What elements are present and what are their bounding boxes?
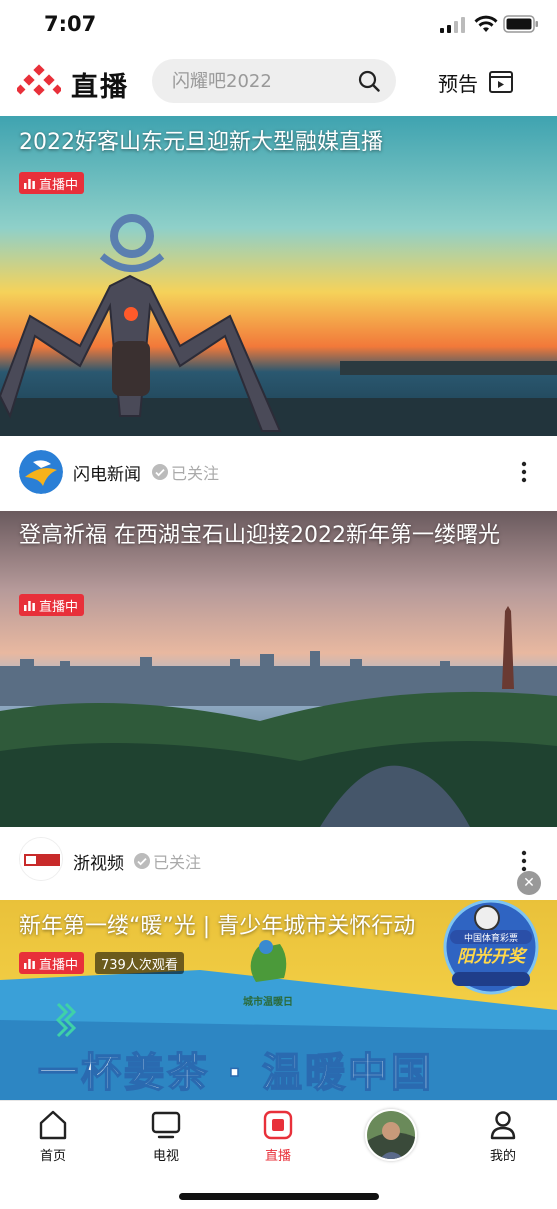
schedule-play-icon bbox=[489, 71, 513, 93]
live-record-icon bbox=[263, 1110, 293, 1140]
home-icon bbox=[39, 1110, 67, 1140]
live-card-1-thumbnail[interactable]: 2022好客山东元旦迎新大型融媒直播 直播中 bbox=[0, 116, 557, 436]
zheshipin-logo-icon bbox=[20, 838, 62, 880]
follow-status[interactable]: 已关注 bbox=[134, 849, 201, 873]
live-bars-icon bbox=[24, 600, 35, 611]
live-badge-label: 直播中 bbox=[39, 177, 79, 193]
search-bar[interactable] bbox=[152, 59, 396, 103]
brand-label: 城市温暖日 bbox=[243, 997, 293, 1008]
status-time: 7:07 bbox=[44, 12, 97, 36]
live-card-1-source-row: 闪电新闻 已关注 bbox=[0, 436, 557, 511]
tab-live-label: 直播 bbox=[264, 1149, 291, 1164]
tab-tv[interactable]: 电视 bbox=[126, 1109, 206, 1164]
app-logo bbox=[17, 64, 61, 96]
live-card-3-thumbnail[interactable]: 新年第一缕“暖”光 | 青少年城市关怀行动 直播中 739人次观看 城市温暖日 … bbox=[0, 900, 557, 1100]
home-indicator bbox=[179, 1193, 379, 1200]
source-name[interactable]: 浙视频 bbox=[73, 849, 124, 874]
featured-avatar-image bbox=[367, 1111, 415, 1159]
follow-status-label: 已关注 bbox=[171, 464, 220, 483]
sunset-sculpture-image bbox=[0, 116, 557, 436]
wifi-icon bbox=[474, 15, 498, 32]
tab-tv-label: 电视 bbox=[152, 1149, 179, 1164]
source-name[interactable]: 闪电新闻 bbox=[73, 460, 141, 485]
search-icon[interactable] bbox=[358, 70, 380, 92]
lottery-main-label: 阳光开奖 bbox=[457, 947, 525, 967]
status-bar: 7:07 bbox=[0, 0, 557, 50]
live-badge-label: 直播中 bbox=[39, 599, 79, 615]
tab-home-label: 首页 bbox=[39, 1149, 66, 1164]
tab-live[interactable]: 直播 bbox=[238, 1109, 318, 1164]
verified-check-icon bbox=[152, 464, 168, 480]
search-input[interactable] bbox=[172, 59, 352, 103]
signal-icon bbox=[440, 17, 465, 33]
live-card-2-source-row: 浙视频 已关注 bbox=[0, 827, 557, 900]
profile-icon bbox=[490, 1111, 516, 1140]
live-bars-icon bbox=[24, 958, 35, 969]
tab-me[interactable]: 我的 bbox=[463, 1109, 543, 1164]
preview-label: 预告 bbox=[438, 71, 478, 96]
tv-icon bbox=[151, 1111, 181, 1139]
live-badge-label: 直播中 bbox=[39, 957, 79, 973]
live-bars-icon bbox=[24, 178, 35, 189]
live-badge: 直播中 bbox=[19, 172, 85, 194]
live-badge: 直播中 bbox=[19, 594, 85, 616]
tab-me-label: 我的 bbox=[489, 1149, 516, 1164]
westlake-city-image bbox=[0, 511, 557, 827]
lightning-icon bbox=[19, 450, 63, 494]
live-card-2-title: 登高祈福 在西湖宝石山迎接2022新年第一缕曙光 bbox=[19, 523, 500, 548]
tab-home[interactable]: 首页 bbox=[13, 1109, 93, 1164]
live-card-3-title: 新年第一缕“暖”光 | 青少年城市关怀行动 bbox=[19, 914, 416, 939]
follow-status[interactable]: 已关注 bbox=[152, 460, 219, 484]
follow-status-label: 已关注 bbox=[153, 853, 202, 872]
viewer-count: 739人次观看 bbox=[95, 952, 184, 974]
more-options-icon[interactable] bbox=[516, 458, 532, 486]
page-title: 直播 bbox=[71, 72, 129, 103]
battery-icon bbox=[503, 15, 538, 33]
close-ad-button[interactable]: ✕ bbox=[517, 871, 541, 895]
preview-button[interactable]: 预告 bbox=[438, 65, 514, 99]
live-card-1-title: 2022好客山东元旦迎新大型融媒直播 bbox=[19, 130, 383, 155]
source-avatar-zheshipin[interactable] bbox=[19, 837, 63, 881]
featured-avatar[interactable] bbox=[365, 1109, 417, 1161]
verified-check-icon bbox=[134, 853, 150, 869]
banner-slogan: 一杯姜茶 · 温暖中国 bbox=[37, 1049, 435, 1097]
live-card-2-thumbnail[interactable]: 登高祈福 在西湖宝石山迎接2022新年第一缕曙光 直播中 bbox=[0, 511, 557, 827]
live-badge: 直播中 bbox=[19, 952, 85, 974]
source-avatar-shandian[interactable] bbox=[19, 450, 63, 494]
top-header: 直播 预告 bbox=[0, 52, 557, 116]
